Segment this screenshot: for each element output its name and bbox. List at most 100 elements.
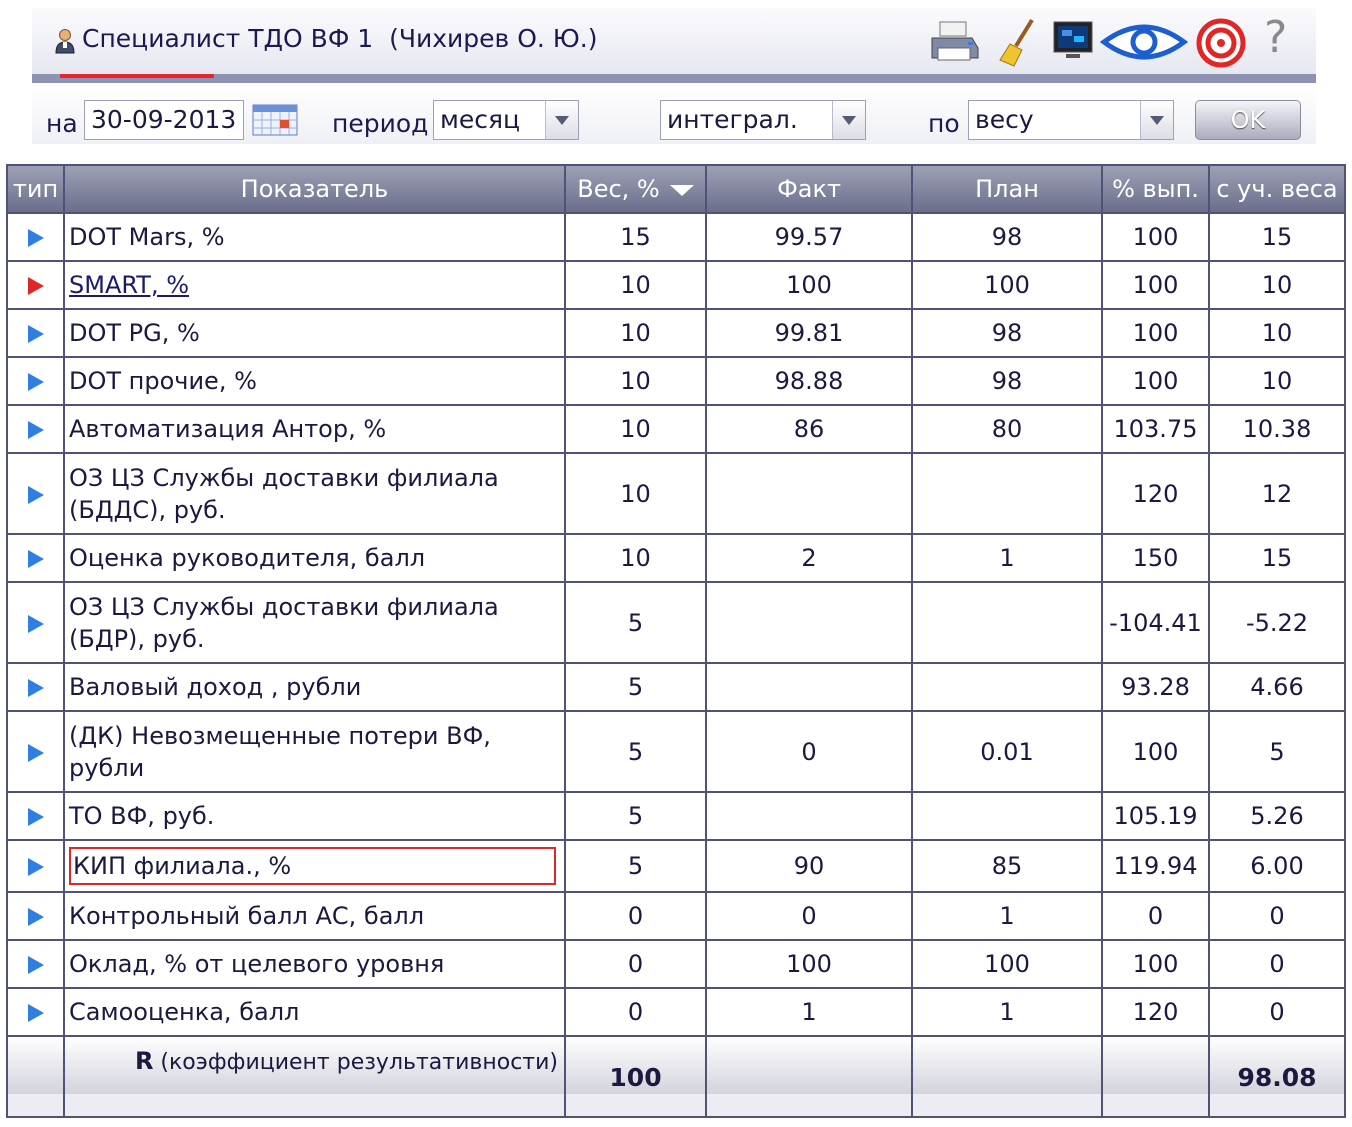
type-cell[interactable] bbox=[6, 533, 65, 583]
period-value: месяц bbox=[440, 105, 521, 134]
mode-select[interactable]: интеграл. bbox=[660, 100, 866, 140]
weighted-cell: 10 bbox=[1208, 308, 1346, 358]
fact-cell: 1 bbox=[705, 987, 913, 1037]
indicator-name: Оценка руководителя, балл bbox=[63, 533, 566, 583]
indicator-name: ОЗ ЦЗ Службы доставки филиала (БДДС), ру… bbox=[63, 452, 566, 535]
kpi-table: тип Показатель Вес, % Факт План % вып. с… bbox=[6, 164, 1346, 1118]
type-cell[interactable] bbox=[6, 791, 65, 841]
type-cell[interactable] bbox=[6, 404, 65, 454]
play-arrow-icon[interactable] bbox=[27, 908, 44, 926]
table-header: тип Показатель Вес, % Факт План % вып. с… bbox=[6, 164, 1346, 214]
date-input[interactable]: 30-09-2013 bbox=[84, 100, 244, 140]
type-cell[interactable] bbox=[6, 987, 65, 1037]
play-arrow-icon[interactable] bbox=[27, 277, 44, 295]
table-row[interactable]: SMART, % 10 100 100 100 10 bbox=[6, 260, 1346, 310]
col-indicator[interactable]: Показатель bbox=[63, 164, 566, 214]
weighted-cell: 10 bbox=[1208, 260, 1346, 310]
type-cell[interactable] bbox=[6, 356, 65, 406]
weighted-cell: 5.26 bbox=[1208, 791, 1346, 841]
chevron-down-icon[interactable] bbox=[1140, 101, 1173, 139]
total-fact bbox=[705, 1035, 913, 1094]
table-row[interactable]: Самооценка, балл 0 1 1 120 0 bbox=[6, 987, 1346, 1037]
indicator-link[interactable]: SMART, % bbox=[69, 271, 189, 299]
indicator-name: SMART, % bbox=[63, 260, 566, 310]
col-weighted[interactable]: с уч. веса bbox=[1208, 164, 1346, 214]
play-arrow-icon[interactable] bbox=[27, 485, 44, 504]
plan-cell bbox=[911, 581, 1103, 664]
col-pct[interactable]: % вып. bbox=[1101, 164, 1210, 214]
target-icon[interactable] bbox=[1196, 18, 1246, 68]
col-fact[interactable]: Факт bbox=[705, 164, 913, 214]
pct-cell: 100 bbox=[1101, 212, 1210, 262]
filter-bar: на 30-09-2013 период месяц интеграл. по … bbox=[32, 84, 1316, 144]
play-arrow-icon[interactable] bbox=[27, 858, 44, 876]
highlighted-indicator[interactable]: КИП филиала., % bbox=[69, 847, 556, 885]
type-cell[interactable] bbox=[6, 581, 65, 664]
type-cell[interactable] bbox=[6, 662, 65, 712]
table-row[interactable]: DOT PG, % 10 99.81 98 100 10 bbox=[6, 308, 1346, 358]
play-arrow-icon[interactable] bbox=[27, 325, 44, 343]
help-icon[interactable]: ? bbox=[1264, 12, 1287, 63]
pct-cell: 119.94 bbox=[1101, 839, 1210, 893]
period-select[interactable]: месяц bbox=[433, 100, 579, 140]
type-cell[interactable] bbox=[6, 939, 65, 989]
fact-cell: 86 bbox=[705, 404, 913, 454]
eye-icon[interactable] bbox=[1100, 18, 1188, 66]
play-arrow-icon[interactable] bbox=[27, 956, 44, 974]
play-arrow-icon[interactable] bbox=[27, 550, 44, 568]
footer-cell bbox=[1101, 1094, 1210, 1118]
play-arrow-icon[interactable] bbox=[27, 614, 44, 633]
footer-cell bbox=[705, 1094, 913, 1118]
total-plan bbox=[911, 1035, 1103, 1094]
play-arrow-icon[interactable] bbox=[27, 679, 44, 697]
type-cell[interactable] bbox=[6, 839, 65, 893]
table-row[interactable]: Оценка руководителя, балл 10 2 1 150 15 bbox=[6, 533, 1346, 583]
printer-icon[interactable] bbox=[928, 18, 982, 64]
monitor-icon[interactable] bbox=[1052, 18, 1094, 60]
indicator-name: DOT Mars, % bbox=[63, 212, 566, 262]
type-cell[interactable] bbox=[6, 260, 65, 310]
col-plan[interactable]: План bbox=[911, 164, 1103, 214]
pct-cell: 120 bbox=[1101, 987, 1210, 1037]
play-arrow-icon[interactable] bbox=[27, 229, 44, 247]
table-row[interactable]: ОЗ ЦЗ Службы доставки филиала (БДДС), ру… bbox=[6, 452, 1346, 535]
table-row[interactable]: DOT прочие, % 10 98.88 98 100 10 bbox=[6, 356, 1346, 406]
table-row[interactable]: DOT Mars, % 15 99.57 98 100 15 bbox=[6, 212, 1346, 262]
table-row[interactable]: (ДК) Невозмещенные потери ВФ, рубли 5 0 … bbox=[6, 710, 1346, 793]
table-row[interactable]: Оклад, % от целевого уровня 0 100 100 10… bbox=[6, 939, 1346, 989]
type-cell[interactable] bbox=[6, 452, 65, 535]
play-arrow-icon[interactable] bbox=[27, 743, 44, 762]
type-cell[interactable] bbox=[6, 212, 65, 262]
type-cell[interactable] bbox=[6, 308, 65, 358]
table-row[interactable]: Контрольный балл АС, балл 0 0 1 0 0 bbox=[6, 891, 1346, 941]
pct-cell: 100 bbox=[1101, 308, 1210, 358]
sort-desc-icon[interactable] bbox=[669, 184, 694, 196]
play-arrow-icon[interactable] bbox=[27, 373, 44, 391]
type-cell[interactable] bbox=[6, 891, 65, 941]
weighted-cell: 4.66 bbox=[1208, 662, 1346, 712]
footer-cell bbox=[911, 1094, 1103, 1118]
plan-cell: 98 bbox=[911, 356, 1103, 406]
chevron-down-icon[interactable] bbox=[545, 101, 578, 139]
play-arrow-icon[interactable] bbox=[27, 421, 44, 439]
weight-cell: 5 bbox=[564, 839, 707, 893]
table-row[interactable]: Валовый доход , рубли 5 93.28 4.66 bbox=[6, 662, 1346, 712]
chevron-down-icon[interactable] bbox=[832, 101, 865, 139]
table-row[interactable]: ОЗ ЦЗ Службы доставки филиала (БДР), руб… bbox=[6, 581, 1346, 664]
calendar-icon[interactable] bbox=[252, 104, 298, 136]
fact-cell: 99.57 bbox=[705, 212, 913, 262]
play-arrow-icon[interactable] bbox=[27, 808, 44, 826]
type-cell[interactable] bbox=[6, 710, 65, 793]
broom-icon[interactable] bbox=[998, 18, 1038, 68]
col-type[interactable]: тип bbox=[6, 164, 65, 214]
ok-button[interactable]: OK bbox=[1195, 100, 1301, 140]
table-row[interactable]: Автоматизация Антор, % 10 86 80 103.75 1… bbox=[6, 404, 1346, 454]
table-row[interactable]: ТО ВФ, руб. 5 105.19 5.26 bbox=[6, 791, 1346, 841]
user-icon bbox=[55, 29, 75, 54]
table-row[interactable]: КИП филиала., % 5 90 85 119.94 6.00 bbox=[6, 839, 1346, 893]
play-arrow-icon[interactable] bbox=[27, 1004, 44, 1022]
fact-cell: 98.88 bbox=[705, 356, 913, 406]
sort-by-select[interactable]: весу bbox=[968, 100, 1174, 140]
col-weight[interactable]: Вес, % bbox=[564, 164, 707, 214]
weighted-cell: 10.38 bbox=[1208, 404, 1346, 454]
